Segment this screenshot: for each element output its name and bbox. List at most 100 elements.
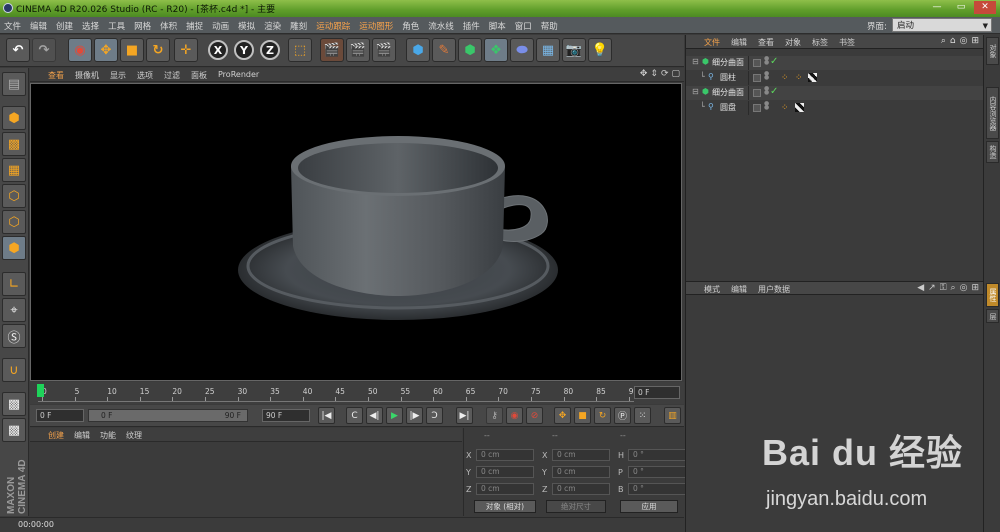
menu-animate[interactable]: 动画: [212, 20, 229, 32]
coordinate-mode-select[interactable]: 对象 (相对): [474, 500, 536, 513]
next-key-button[interactable]: Ↄ: [426, 407, 443, 424]
menu-tools[interactable]: 工具: [108, 20, 125, 32]
record-keys-button[interactable]: ⚷: [486, 407, 503, 424]
redo-button[interactable]: ↷: [32, 38, 56, 62]
layer-box[interactable]: [753, 89, 761, 97]
viewport-menu-prorender[interactable]: ProRender: [218, 70, 259, 81]
size-z-field[interactable]: 0 cm: [552, 483, 610, 495]
playhead[interactable]: [37, 384, 44, 397]
viewport-menu-view[interactable]: 查看: [48, 70, 64, 81]
visibility-dots[interactable]: ● ●: [764, 56, 769, 67]
layer-box[interactable]: [753, 74, 761, 82]
visibility-dots[interactable]: ● ●: [764, 101, 769, 112]
model-mode-button[interactable]: ⬢: [2, 106, 26, 130]
end-frame-field[interactable]: 90 F: [262, 409, 310, 422]
menu-snap[interactable]: 捕捉: [186, 20, 203, 32]
up-arrow-icon[interactable]: ↗: [928, 283, 936, 293]
apply-button[interactable]: 应用: [620, 500, 678, 513]
play-button[interactable]: ▶: [386, 407, 403, 424]
side-tab-content-browser[interactable]: 内容浏览器: [986, 87, 999, 139]
render-view-button[interactable]: 🎬: [320, 38, 344, 62]
key-position-button[interactable]: ✥: [554, 407, 571, 424]
size-mode-select[interactable]: 绝对尺寸: [546, 500, 606, 513]
attr-menu-userdata[interactable]: 用户数据: [758, 284, 790, 295]
key-param-button[interactable]: Ⓟ: [614, 407, 631, 424]
cube-button[interactable]: ⬢: [406, 38, 430, 62]
material-menu-function[interactable]: 功能: [100, 430, 116, 441]
move-view-icon[interactable]: ✥: [640, 69, 648, 79]
side-tab-attributes[interactable]: 属性: [986, 283, 999, 307]
rot-b-field[interactable]: 0 °: [628, 483, 686, 495]
maximize-view-icon[interactable]: ▢: [671, 69, 680, 79]
material-menu-create[interactable]: 创建: [48, 430, 64, 441]
coordinate-system-button[interactable]: ⬚: [288, 38, 312, 62]
attr-menu-mode[interactable]: 模式: [704, 284, 720, 295]
rotate-view-icon[interactable]: ⟳: [661, 69, 669, 79]
om-menu-file[interactable]: 文件: [704, 37, 720, 48]
uvw-tag-icon[interactable]: ⁘: [795, 73, 804, 83]
material-tag-icon[interactable]: [795, 103, 804, 112]
om-menu-edit[interactable]: 编辑: [731, 37, 747, 48]
pos-z-field[interactable]: 0 cm: [476, 483, 534, 495]
om-menu-bookmarks[interactable]: 书签: [839, 37, 855, 48]
record-button[interactable]: ◉: [506, 407, 523, 424]
rot-p-field[interactable]: 0 °: [628, 466, 686, 478]
key-scale-button[interactable]: ■: [574, 407, 591, 424]
om-menu-view[interactable]: 查看: [758, 37, 774, 48]
rot-h-field[interactable]: 0 °: [628, 449, 686, 461]
polygons-mode-button[interactable]: ⬢: [2, 236, 26, 260]
menu-sculpt[interactable]: 雕刻: [290, 20, 307, 32]
render-picture-viewer-button[interactable]: 🎬: [346, 38, 370, 62]
menu-character[interactable]: 角色: [402, 20, 419, 32]
timeline-frame-field[interactable]: 0 F: [634, 386, 680, 399]
camera-button[interactable]: 📷: [562, 38, 586, 62]
pos-y-field[interactable]: 0 cm: [476, 466, 534, 478]
make-editable-button[interactable]: ▤: [2, 72, 26, 96]
menu-window[interactable]: 窗口: [515, 20, 532, 32]
visibility-dots[interactable]: ● ●: [764, 86, 769, 97]
new-panel-icon[interactable]: ⊞: [971, 36, 979, 46]
object-name[interactable]: 细分曲面: [712, 87, 744, 98]
menu-mesh[interactable]: 网格: [134, 20, 151, 32]
side-tab-structure[interactable]: 构造: [986, 141, 999, 163]
tweak-button[interactable]: ⌖: [2, 298, 26, 322]
object-row[interactable]: └ ⚲ 圆盘 ● ● ⁘: [686, 101, 983, 115]
layer-box[interactable]: [753, 104, 761, 112]
object-row[interactable]: ⊟ ⬢ 细分曲面 ● ● ✓: [686, 86, 983, 100]
menu-file[interactable]: 文件: [4, 20, 21, 32]
light-button[interactable]: 💡: [588, 38, 612, 62]
visibility-dots[interactable]: ● ●: [764, 71, 769, 82]
om-menu-tags[interactable]: 标签: [812, 37, 828, 48]
menu-mograph[interactable]: 运动图形: [359, 20, 393, 32]
enable-axis-button[interactable]: ∟: [2, 272, 26, 296]
search-icon[interactable]: ⌕: [951, 283, 956, 293]
subdivision-button[interactable]: ⬢: [458, 38, 482, 62]
om-menu-objects[interactable]: 对象: [785, 37, 801, 48]
viewport-menu-options[interactable]: 选项: [137, 70, 153, 81]
attr-menu-edit[interactable]: 编辑: [731, 284, 747, 295]
viewport-menu-camera[interactable]: 摄像机: [75, 70, 99, 81]
timeline-ruler[interactable]: 051015202530354045505560657075808590: [38, 384, 638, 402]
new-panel-icon[interactable]: ⊞: [971, 283, 979, 293]
target-icon[interactable]: ◎: [960, 283, 968, 293]
material-menu-texture[interactable]: 纹理: [126, 430, 142, 441]
rotate-tool-button[interactable]: ↻: [146, 38, 170, 62]
object-name[interactable]: 圆柱: [720, 72, 736, 83]
prev-key-button[interactable]: C: [346, 407, 363, 424]
material-tag-icon[interactable]: [808, 73, 817, 82]
phong-tag-icon[interactable]: ⁘: [781, 103, 790, 113]
maximize-button[interactable]: ▭: [950, 1, 972, 14]
snap-button[interactable]: Ⓢ: [2, 324, 26, 348]
back-arrow-icon[interactable]: ◀: [917, 283, 924, 293]
menu-volume[interactable]: 体积: [160, 20, 177, 32]
side-tab-objects[interactable]: 对象: [986, 37, 999, 65]
recent-tool-button[interactable]: ✛: [174, 38, 198, 62]
minimize-button[interactable]: —: [926, 1, 948, 14]
object-row[interactable]: └ ⚲ 圆柱 ● ● ⁘ ⁘: [686, 71, 983, 85]
key-rotation-button[interactable]: ↻: [594, 407, 611, 424]
workplane-mode-button[interactable]: ▦: [2, 158, 26, 182]
viewport-menu-filter[interactable]: 过滤: [164, 70, 180, 81]
deformer-button[interactable]: ⬬: [510, 38, 534, 62]
pen-button[interactable]: ✎: [432, 38, 456, 62]
auto-key-button[interactable]: ⊘: [526, 407, 543, 424]
